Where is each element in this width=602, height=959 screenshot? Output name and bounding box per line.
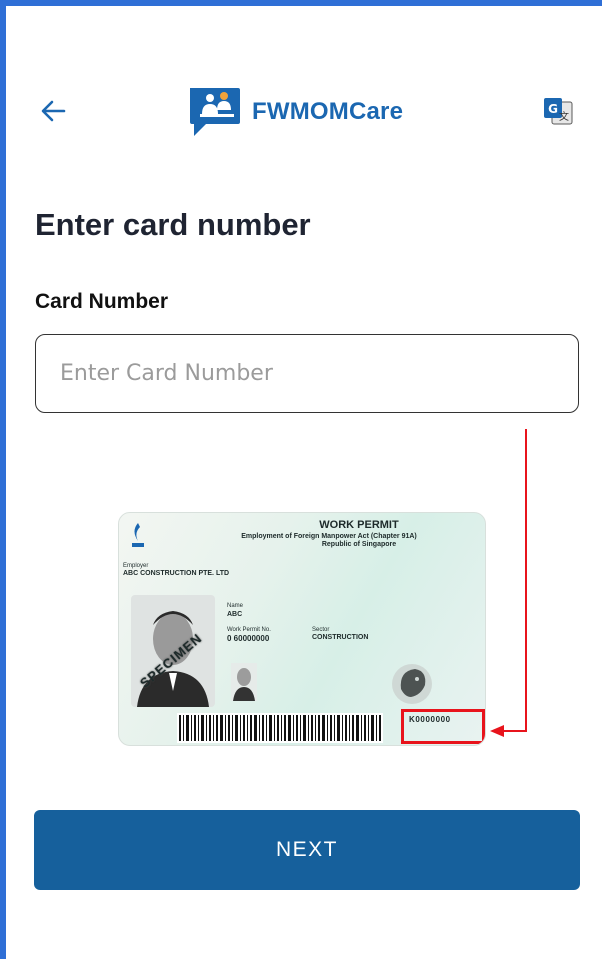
name-caption: Name <box>227 603 244 609</box>
small-portrait-photo <box>231 663 257 701</box>
app-header: FWMOMCare G 文 <box>0 80 602 140</box>
employer-value: ABC CONSTRUCTION PTE. LTD <box>123 570 230 577</box>
google-translate-icon[interactable]: G 文 <box>542 96 574 128</box>
card-title: WORK PERMIT <box>319 519 399 531</box>
card-number-input[interactable] <box>35 334 579 413</box>
permit-number-caption: Work Permit No. <box>227 627 271 633</box>
app-name: FWMOMCare <box>252 98 404 125</box>
card-subtitle: Employment of Foreign Manpower Act (Chap… <box>241 533 417 540</box>
lion-head-icon <box>392 664 432 704</box>
sample-work-permit-card: WORK PERMIT Employment of Foreign Manpow… <box>118 512 486 746</box>
card-country: Republic of Singapore <box>321 541 397 548</box>
svg-text:G: G <box>548 102 558 116</box>
name-value: ABC <box>227 611 243 618</box>
page-title: Enter card number <box>35 207 311 242</box>
next-button[interactable]: NEXT <box>34 810 580 890</box>
fwmomcare-logo-icon <box>190 88 240 136</box>
brand: FWMOMCare <box>186 84 403 140</box>
barcode <box>177 713 383 743</box>
card-number-label: Card Number <box>35 290 169 313</box>
sector-caption: Sector <box>312 627 330 633</box>
arrow-left-icon[interactable] <box>36 94 70 128</box>
sector-value: CONSTRUCTION <box>312 634 369 641</box>
permit-number-value: 0 60000000 <box>227 634 270 643</box>
svg-text:文: 文 <box>559 110 569 123</box>
employer-caption: Employer <box>123 563 149 569</box>
mom-emblem-icon <box>132 523 144 547</box>
serial-highlight-box <box>401 709 485 744</box>
